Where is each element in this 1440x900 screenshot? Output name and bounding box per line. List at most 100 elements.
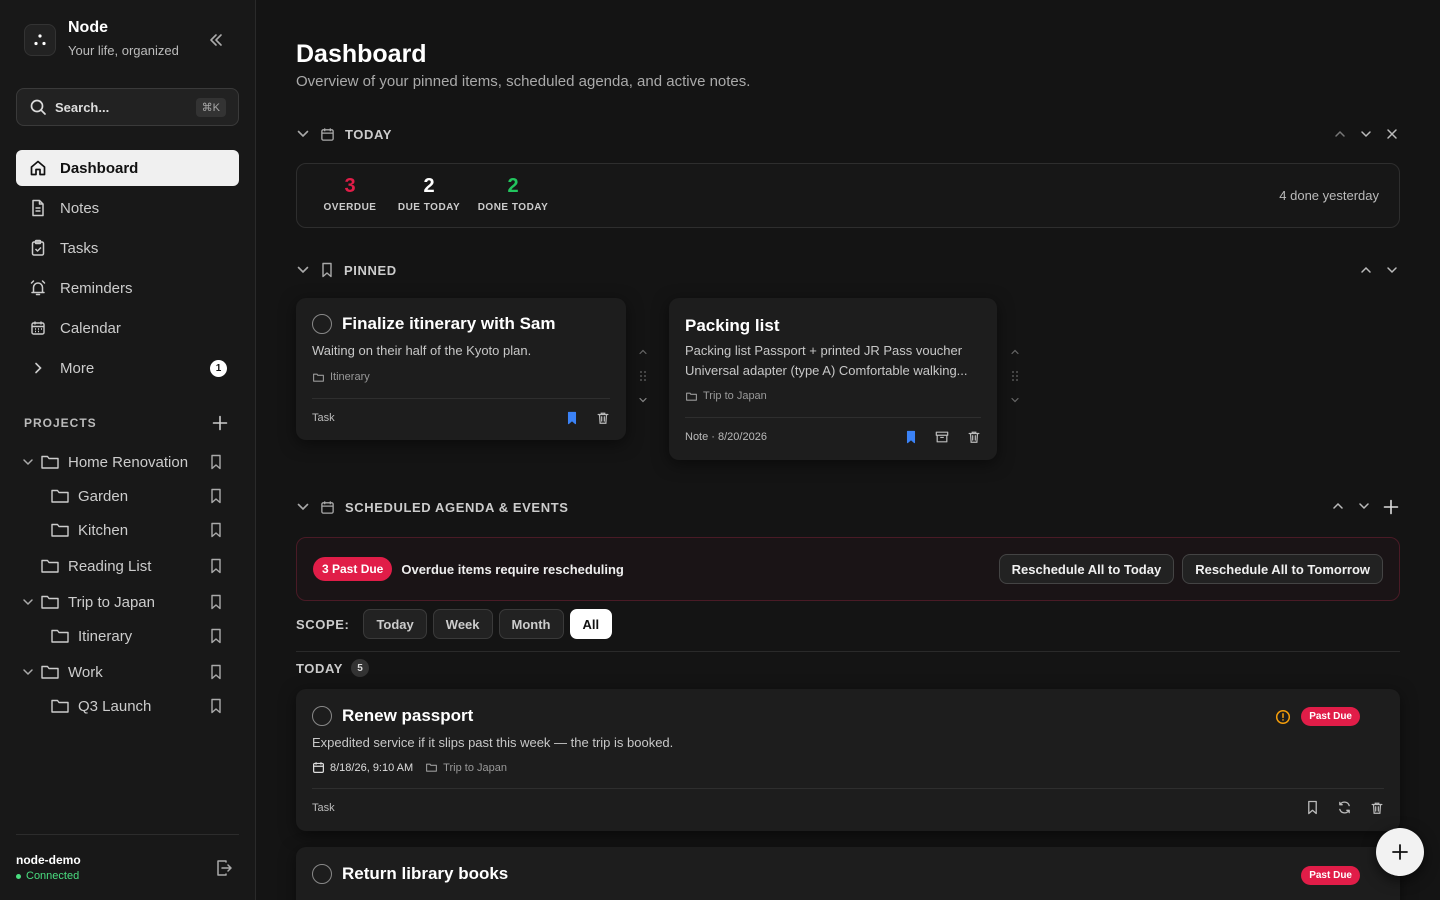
bookmark-filled-icon[interactable]: [566, 411, 578, 425]
project-label: Q3 Launch: [78, 697, 152, 715]
move-down-icon[interactable]: [1358, 126, 1374, 142]
move-down-icon[interactable]: [1009, 394, 1021, 406]
past-due-badge: Past Due: [1301, 866, 1360, 885]
card-footer: Task: [312, 788, 1384, 826]
drag-handle-icon[interactable]: [1011, 370, 1019, 382]
nav-label: Reminders: [60, 279, 133, 297]
bookmark-icon[interactable]: [209, 522, 223, 538]
pinned-card-task[interactable]: Finalize itinerary with Sam Waiting on t…: [296, 298, 626, 440]
project-item-work[interactable]: Work: [16, 655, 239, 689]
alarm-icon: [28, 279, 48, 297]
project-item-home-renovation[interactable]: Home Renovation: [16, 445, 239, 479]
chevron-down-icon[interactable]: [16, 455, 40, 469]
bookmark-icon[interactable]: [1306, 800, 1319, 815]
project-label: Kitchen: [78, 521, 129, 539]
project-item-reading-list[interactable]: Reading List: [16, 549, 239, 583]
archive-icon[interactable]: [935, 430, 949, 444]
nav-item-dashboard[interactable]: Dashboard: [16, 150, 239, 186]
bookmark-icon[interactable]: [209, 594, 223, 610]
collapse-sidebar-icon[interactable]: [206, 30, 226, 50]
page-subtitle: Overview of your pinned items, scheduled…: [296, 73, 751, 90]
pinned-card-note[interactable]: Packing list Packing list Passport + pri…: [669, 298, 997, 460]
scope-week-button[interactable]: Week: [432, 609, 493, 639]
project-item-garden[interactable]: Garden: [16, 479, 239, 513]
agenda-item[interactable]: Return library books Past Due: [296, 847, 1400, 900]
nav-item-calendar[interactable]: Calendar: [16, 310, 239, 346]
stat-done-today[interactable]: 2 DONE TODAY: [477, 175, 549, 213]
chevron-down-icon[interactable]: [296, 127, 310, 141]
nav-item-more[interactable]: More 1: [16, 350, 239, 386]
overdue-banner: 3 Past Due Overdue items require resched…: [296, 537, 1400, 601]
project-item-kitchen[interactable]: Kitchen: [16, 513, 239, 547]
project-item-q3-launch[interactable]: Q3 Launch: [16, 689, 239, 723]
refresh-icon[interactable]: [1337, 800, 1352, 815]
agenda-item[interactable]: Renew passport Past Due Expedited servic…: [296, 689, 1400, 831]
add-project-icon[interactable]: [211, 414, 229, 432]
reschedule-all-tomorrow-button[interactable]: Reschedule All to Tomorrow: [1182, 554, 1383, 584]
close-icon[interactable]: [1384, 126, 1400, 142]
move-up-icon[interactable]: [1332, 126, 1348, 142]
move-down-icon[interactable]: [637, 394, 649, 406]
card-footer: Task: [312, 398, 610, 436]
chevron-down-icon[interactable]: [296, 500, 310, 514]
chevron-down-icon[interactable]: [296, 263, 310, 277]
project-label: Trip to Japan: [68, 593, 155, 611]
project-item-trip-to-japan[interactable]: Trip to Japan: [16, 585, 239, 619]
agenda-item-folder[interactable]: Trip to Japan: [425, 762, 507, 774]
scope-filter: SCOPE: Today Week Month All: [296, 609, 618, 639]
move-up-icon[interactable]: [1330, 498, 1346, 516]
trash-icon[interactable]: [1370, 801, 1384, 815]
move-down-icon[interactable]: [1356, 498, 1372, 516]
nav-label: Notes: [60, 199, 100, 217]
main-content: Dashboard Overview of your pinned items,…: [257, 0, 1440, 900]
page-title: Dashboard: [296, 40, 427, 68]
reschedule-all-today-button[interactable]: Reschedule All to Today: [998, 554, 1175, 584]
project-item-itinerary[interactable]: Itinerary: [16, 619, 239, 653]
move-up-icon[interactable]: [637, 346, 649, 358]
search-bar[interactable]: Search... ⌘K: [16, 88, 239, 126]
card-folder[interactable]: Itinerary: [312, 371, 370, 383]
logout-icon[interactable]: [215, 859, 233, 877]
task-complete-checkbox[interactable]: [312, 706, 332, 726]
card-folder[interactable]: Trip to Japan: [685, 390, 767, 402]
scope-month-button[interactable]: Month: [498, 609, 564, 639]
nav-item-tasks[interactable]: Tasks: [16, 230, 239, 266]
bookmark-filled-icon[interactable]: [905, 430, 917, 444]
bookmark-icon[interactable]: [209, 698, 223, 714]
bookmark-icon[interactable]: [209, 488, 223, 504]
agenda-item-folder-label: Trip to Japan: [443, 761, 507, 774]
stat-overdue[interactable]: 3 OVERDUE: [323, 175, 377, 213]
nav-item-reminders[interactable]: Reminders: [16, 270, 239, 306]
clipboard-check-icon: [28, 239, 48, 257]
nav-item-notes[interactable]: Notes: [16, 190, 239, 226]
stat-due-today-label: DUE TODAY: [397, 202, 461, 213]
stat-overdue-label: OVERDUE: [323, 202, 377, 213]
move-up-icon[interactable]: [1358, 262, 1374, 278]
add-icon[interactable]: [1382, 498, 1400, 516]
scope-today-button[interactable]: Today: [363, 609, 427, 639]
bookmark-icon[interactable]: [209, 664, 223, 680]
stat-overdue-value: 3: [344, 175, 356, 197]
create-new-button[interactable]: [1376, 828, 1424, 876]
trash-icon[interactable]: [596, 411, 610, 425]
move-down-icon[interactable]: [1384, 262, 1400, 278]
task-complete-checkbox[interactable]: [312, 864, 332, 884]
pinned-section-header: PINNED: [296, 260, 1400, 280]
move-up-icon[interactable]: [1009, 346, 1021, 358]
bookmark-icon[interactable]: [209, 558, 223, 574]
trash-icon[interactable]: [967, 430, 981, 444]
card-folder-label: Trip to Japan: [703, 390, 767, 402]
chevron-down-icon[interactable]: [16, 665, 40, 679]
agenda-item-description: Expedited service if it slips past this …: [312, 735, 674, 750]
stat-due-today[interactable]: 2 DUE TODAY: [397, 175, 461, 213]
chevron-down-icon[interactable]: [16, 595, 40, 609]
scope-all-button[interactable]: All: [569, 609, 613, 639]
task-complete-checkbox[interactable]: [312, 314, 332, 334]
nav-label: Dashboard: [60, 159, 139, 177]
user-name: node-demo: [16, 853, 81, 867]
bookmark-icon[interactable]: [209, 628, 223, 644]
main-nav: Dashboard Notes Tasks Reminders Calendar…: [16, 150, 239, 390]
drag-handle-icon[interactable]: [639, 370, 647, 382]
bookmark-icon[interactable]: [209, 454, 223, 470]
app-subtitle: Your life, organized: [68, 43, 179, 58]
